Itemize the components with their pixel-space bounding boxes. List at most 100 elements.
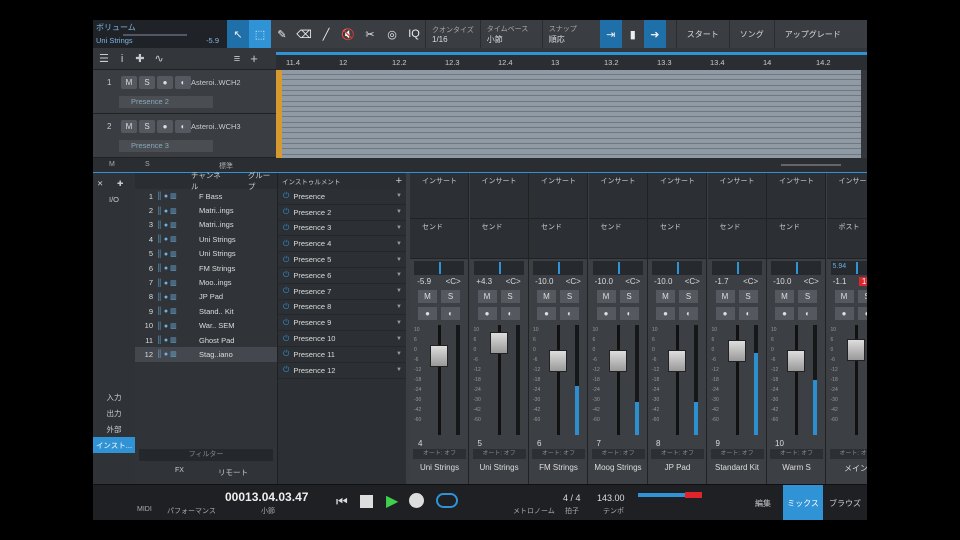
record-button[interactable]: ● xyxy=(834,307,854,320)
send-slot[interactable]: ポスト xyxy=(826,219,867,259)
instrument-row[interactable]: ⏻ Presence 12 ▼ xyxy=(278,363,406,379)
channel-visible-icon[interactable]: ║ ● ▥ xyxy=(157,279,177,287)
close-icon[interactable]: ✕ xyxy=(97,175,103,191)
monitor-button[interactable]: ◐ xyxy=(679,307,698,320)
arrow-tool-icon[interactable]: ↖ xyxy=(227,20,249,48)
automation-mode[interactable]: オート: オフ xyxy=(472,449,526,459)
volume-fader[interactable]: 10 6 0 -6 -12 -18 -24 -30 -42 -60 xyxy=(652,325,703,435)
instrument-row[interactable]: ⏻ Presence 6 ▼ xyxy=(278,268,406,284)
volume-fader[interactable]: 10 6 0 -6 -12 -18 -24 -30 -42 -60 xyxy=(533,325,584,435)
fx-tab[interactable]: FX xyxy=(175,467,184,474)
channel-visible-icon[interactable]: ║ ● ▥ xyxy=(157,293,177,301)
monitor-button[interactable]: ◐ xyxy=(619,307,639,320)
fader-cap[interactable] xyxy=(489,332,508,355)
solo-button[interactable]: S xyxy=(738,290,758,303)
pan-value[interactable]: <C> xyxy=(743,277,758,286)
send-slot[interactable]: センド xyxy=(588,219,647,259)
send-slot[interactable]: センド xyxy=(529,219,587,259)
mute-button[interactable]: M xyxy=(715,290,735,303)
record-button[interactable]: ● xyxy=(157,120,173,133)
volume-fader[interactable]: 10 6 0 -6 -12 -18 -24 -30 -42 -60 xyxy=(831,325,868,435)
channel-row[interactable]: 12 ║ ● ▥ Stag..iano xyxy=(135,347,277,362)
filter-box[interactable]: フィルター xyxy=(139,449,273,461)
insert-slot[interactable]: インサート xyxy=(529,173,587,219)
send-slot[interactable]: センド xyxy=(410,219,468,259)
stop-icon[interactable] xyxy=(360,495,373,508)
channel-row[interactable]: 8 ║ ● ▥ JP Pad xyxy=(135,290,277,304)
mute-button[interactable]: M xyxy=(596,290,616,303)
pin-icon[interactable]: ✚ xyxy=(117,175,123,191)
dropdown-arrow-icon[interactable]: ▼ xyxy=(396,320,402,326)
instrument-row[interactable]: ⏻ Presence 4 ▼ xyxy=(278,236,406,253)
monitor-button[interactable]: ◐ xyxy=(738,307,758,320)
add-track-icon[interactable]: + xyxy=(250,51,258,66)
pan-value[interactable]: <C> xyxy=(685,277,700,286)
insert-slot[interactable]: インサート xyxy=(469,173,528,219)
volume-value[interactable]: -1.7 xyxy=(715,277,729,286)
start-button[interactable]: スタート xyxy=(675,20,729,48)
dropdown-arrow-icon[interactable]: ▼ xyxy=(396,257,402,263)
automation-mode[interactable]: オート: オフ xyxy=(413,449,466,459)
volume-fader[interactable]: 10 6 0 -6 -12 -18 -24 -30 -42 -60 xyxy=(712,325,763,435)
dropdown-arrow-icon[interactable]: ▼ xyxy=(396,336,402,342)
zoom-slider[interactable] xyxy=(781,164,841,166)
power-icon[interactable]: ⏻ xyxy=(283,302,289,312)
automation-mode[interactable]: オート: オフ xyxy=(651,449,704,459)
channel-visible-icon[interactable]: ║ ● ▥ xyxy=(157,192,177,200)
mute-button[interactable]: M xyxy=(121,76,137,89)
dropdown-arrow-icon[interactable]: ▼ xyxy=(396,367,402,373)
insert-slot[interactable]: インサート xyxy=(826,173,867,219)
record-button[interactable]: ● xyxy=(596,307,616,320)
dropdown-arrow-icon[interactable]: ▼ xyxy=(396,241,402,247)
record-icon[interactable] xyxy=(409,493,424,508)
instrument-row[interactable]: ⏻ Presence 7 ▼ xyxy=(278,284,406,300)
pan-slider[interactable] xyxy=(592,261,643,275)
power-icon[interactable]: ⏻ xyxy=(283,270,289,280)
info-icon[interactable]: i xyxy=(121,53,123,65)
channel-row[interactable]: 10 ║ ● ▥ War.. SEM xyxy=(135,319,277,333)
volume-fader[interactable]: 10 6 0 -6 -12 -18 -24 -30 -42 -60 xyxy=(474,325,525,435)
fader-cap[interactable] xyxy=(846,338,865,361)
instrument-row[interactable]: ⏻ Presence 11 ▼ xyxy=(278,347,406,363)
instrument-row[interactable]: ⏻ Presence 5 ▼ xyxy=(278,252,406,268)
record-button[interactable]: ● xyxy=(157,76,173,89)
draw-tool-icon[interactable]: ✎ xyxy=(271,20,293,48)
iq-button[interactable]: IQ xyxy=(403,20,425,48)
volume-fader[interactable]: 10 6 0 -6 -12 -18 -24 -30 -42 -60 xyxy=(771,325,822,435)
list-icon[interactable]: ≡ xyxy=(234,53,240,65)
add-instrument-icon[interactable]: + xyxy=(396,175,402,187)
pan-slider[interactable] xyxy=(533,261,583,275)
record-button[interactable]: ● xyxy=(775,307,794,320)
fader-cap[interactable] xyxy=(608,350,627,373)
instrument-row[interactable]: ⏻ Presence ▼ xyxy=(278,189,406,205)
channel-row[interactable]: 1 ║ ● ▥ F Bass xyxy=(135,189,277,203)
record-button[interactable]: ● xyxy=(656,307,675,320)
monitor-button[interactable]: ◐ xyxy=(441,307,460,320)
power-icon[interactable]: ⏻ xyxy=(283,286,289,296)
volume-value[interactable]: -1.1 xyxy=(833,277,847,286)
record-button[interactable]: ● xyxy=(418,307,437,320)
send-slot[interactable]: センド xyxy=(648,219,706,259)
channel-visible-icon[interactable]: ║ ● ▥ xyxy=(157,336,177,344)
tempo[interactable]: 143.00 xyxy=(597,493,625,503)
dropdown-arrow-icon[interactable]: ▼ xyxy=(396,351,402,357)
fader-cap[interactable] xyxy=(549,350,567,373)
dropdown-arrow-icon[interactable]: ▼ xyxy=(396,209,402,215)
solo-button[interactable]: S xyxy=(441,290,460,303)
insert-slot[interactable]: インサート xyxy=(410,173,468,219)
footer-solo[interactable]: S xyxy=(145,161,150,168)
record-button[interactable]: ● xyxy=(477,307,497,320)
mute-button[interactable]: M xyxy=(775,290,794,303)
mute-button[interactable]: M xyxy=(121,120,137,133)
range-tool-icon[interactable]: ⬚ xyxy=(249,20,271,48)
instrument-row[interactable]: ⏻ Presence 9 ▼ xyxy=(278,315,406,332)
automation-mode[interactable]: オート: オフ xyxy=(532,449,585,459)
solo-button[interactable]: S xyxy=(139,76,155,89)
dropdown-arrow-icon[interactable]: ▼ xyxy=(396,193,402,199)
sidebar-item-3[interactable]: 外部 xyxy=(93,421,135,437)
follow-icon[interactable]: ➜ xyxy=(643,20,666,48)
insert-slot[interactable]: インサート xyxy=(648,173,706,219)
paint-tool-icon[interactable]: ╱ xyxy=(315,20,337,48)
pan-slider[interactable] xyxy=(652,261,702,275)
channel-row[interactable]: 9 ║ ● ▥ Stand.. Kit xyxy=(135,304,277,318)
